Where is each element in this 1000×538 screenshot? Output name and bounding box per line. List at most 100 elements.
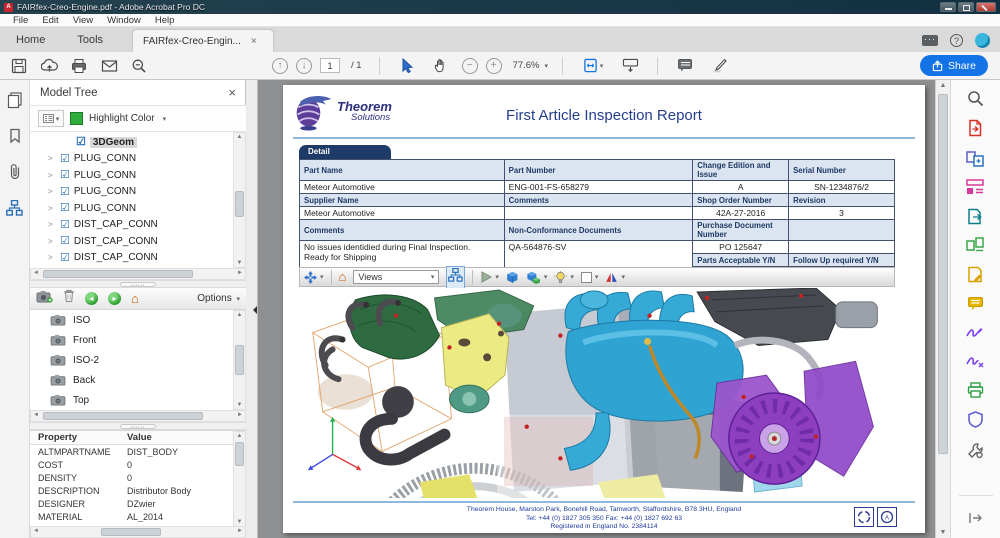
visibility-checkbox-icon[interactable]: ☑ (60, 236, 70, 246)
share-button[interactable]: Share (920, 55, 988, 76)
create-pdf-button[interactable] (965, 148, 985, 168)
tree-item[interactable]: > ☑ PLUG_CONN (30, 200, 228, 217)
expand-chevron-icon[interactable]: > (48, 253, 56, 262)
detail-tab[interactable]: Detail (299, 145, 391, 159)
document-scrollbar[interactable]: ▲ ▼ (935, 80, 950, 538)
previous-page-button[interactable]: ↑ (272, 58, 288, 74)
view-item[interactable]: ISO (30, 310, 246, 330)
close-tab-icon[interactable]: × (251, 36, 257, 47)
restore-button[interactable] (958, 2, 974, 12)
export-file-button[interactable] (965, 206, 985, 226)
tree-item[interactable]: > ☑ DIST_CAP_CONN (30, 233, 228, 250)
tree-horizontal-scrollbar[interactable]: ◄ ► (30, 268, 246, 280)
visibility-checkbox-icon[interactable]: ☑ (60, 170, 70, 180)
expand-chevron-icon[interactable]: > (48, 204, 56, 213)
visibility-checkbox-icon[interactable]: ☑ (60, 253, 70, 263)
tab-document-active[interactable]: FAIRfex-Creo-Engin... × (133, 30, 273, 52)
toggle-model-tree-button[interactable] (446, 266, 465, 289)
protect-button[interactable] (965, 409, 985, 429)
viewer-home-button[interactable]: ⌂ (339, 272, 347, 282)
property-row[interactable]: DESIGNER DZwier (30, 497, 246, 510)
prepare-form-button[interactable] (965, 264, 985, 284)
next-page-button[interactable]: ↓ (296, 58, 312, 74)
delete-view-button[interactable] (63, 289, 75, 308)
tree-item[interactable]: > ☑ PLUG_CONN (30, 151, 228, 168)
tree-options-button[interactable]: ▾ (38, 110, 64, 127)
property-row[interactable]: DENSITY 0 (30, 471, 246, 484)
views-vertical-scrollbar[interactable]: ▲ ▼ (233, 310, 246, 410)
property-row[interactable]: MATERIAL AL_2014 (30, 510, 246, 523)
close-window-button[interactable] (976, 2, 996, 12)
property-row[interactable]: DESCRIPTION Distributor Body (30, 484, 246, 497)
search-tool-button[interactable] (965, 88, 985, 108)
fit-page-button[interactable]: ▾ (577, 55, 609, 77)
view-item[interactable]: ISO-2 (30, 350, 246, 370)
pan-rotate-tool-button[interactable]: ▾ (304, 271, 324, 284)
lighting-button[interactable]: ▾ (554, 271, 574, 284)
menu-item[interactable]: View (66, 15, 100, 26)
close-panel-button[interactable]: × (228, 85, 236, 100)
menu-item[interactable]: Window (100, 15, 148, 26)
avatar[interactable] (975, 33, 990, 48)
fill-sign-button[interactable] (965, 322, 985, 342)
panel-collapse-strip[interactable] (246, 80, 258, 538)
tree-item[interactable]: > ☑ 3DGeom (30, 134, 228, 151)
expand-chevron-icon[interactable]: > (48, 237, 56, 246)
tree-item[interactable]: > ☑ DIST_CAP_CONN (30, 217, 228, 234)
menu-item[interactable]: Edit (35, 15, 65, 26)
panel-splitter[interactable]: •••••• (30, 280, 246, 288)
help-icon[interactable]: ? (950, 34, 963, 47)
print-button[interactable] (66, 55, 92, 77)
find-button[interactable] (126, 55, 152, 77)
attachments-button[interactable] (4, 162, 26, 182)
tab-tools[interactable]: Tools (61, 27, 119, 52)
visibility-checkbox-icon[interactable]: ☑ (60, 154, 70, 164)
share-file-button[interactable] (36, 55, 62, 77)
highlight-button[interactable] (706, 55, 732, 77)
select-tool-button[interactable] (394, 55, 420, 77)
print-production-button[interactable] (965, 380, 985, 400)
page-thumbnails-button[interactable] (4, 90, 26, 110)
tree-vertical-scrollbar[interactable]: ▲ ▼ (233, 132, 246, 268)
hand-tool-button[interactable] (428, 55, 454, 77)
tree-item[interactable]: > ☑ DIST_CAP_CONN (30, 250, 228, 267)
view-item[interactable]: Top (30, 390, 246, 410)
props-horizontal-scrollbar[interactable]: ◄ ► (30, 526, 246, 538)
views-options-dropdown[interactable]: Options ▾ (197, 293, 240, 304)
zoom-in-button[interactable]: + (486, 58, 502, 74)
next-view-button[interactable]: ▸ (108, 292, 121, 305)
comment-tool-button[interactable] (965, 293, 985, 313)
zoom-out-button[interactable]: − (462, 58, 478, 74)
page-display-button[interactable] (617, 55, 643, 77)
certificates-button[interactable] (965, 351, 985, 371)
minimize-button[interactable] (940, 2, 956, 12)
view-item[interactable]: Back (30, 370, 246, 390)
property-row[interactable]: COST 0 (30, 458, 246, 471)
visibility-checkbox-icon[interactable]: ☑ (60, 220, 70, 230)
expand-chevron-icon[interactable]: > (48, 171, 56, 180)
zoom-level-dropdown[interactable]: 77.6% ▾ (510, 60, 548, 71)
previous-view-button[interactable]: ◂ (85, 292, 98, 305)
notifications-icon[interactable] (922, 35, 938, 46)
visibility-checkbox-icon[interactable]: ☑ (60, 187, 70, 197)
cross-section-button[interactable]: ▾ (605, 271, 625, 283)
collapse-panel-icon[interactable] (249, 306, 257, 314)
visibility-checkbox-icon[interactable]: ☑ (76, 137, 86, 147)
views-horizontal-scrollbar[interactable]: ◄ ► (30, 410, 246, 422)
views-dropdown[interactable]: Views▾ (353, 270, 439, 284)
default-view-button[interactable]: ⌂ (131, 294, 139, 304)
save-button[interactable] (6, 55, 32, 77)
more-tools-button[interactable] (965, 440, 985, 460)
bookmarks-button[interactable] (4, 126, 26, 146)
expand-chevron-icon[interactable]: > (48, 187, 56, 196)
extra-views-button[interactable]: ▾ (526, 271, 548, 284)
expand-tools-pane-button[interactable] (965, 508, 985, 528)
expand-chevron-icon[interactable]: > (48, 220, 56, 229)
property-row[interactable]: ALTMPARTNAME DIST_BODY (30, 445, 246, 458)
panel-splitter-2[interactable]: •••••• (30, 422, 246, 430)
highlight-color-swatch[interactable] (70, 112, 83, 125)
page-number-input[interactable] (320, 58, 340, 73)
export-pdf-button[interactable] (965, 118, 985, 138)
props-vertical-scrollbar[interactable]: ▲ ▼ (233, 431, 246, 527)
tab-home[interactable]: Home (0, 27, 61, 52)
